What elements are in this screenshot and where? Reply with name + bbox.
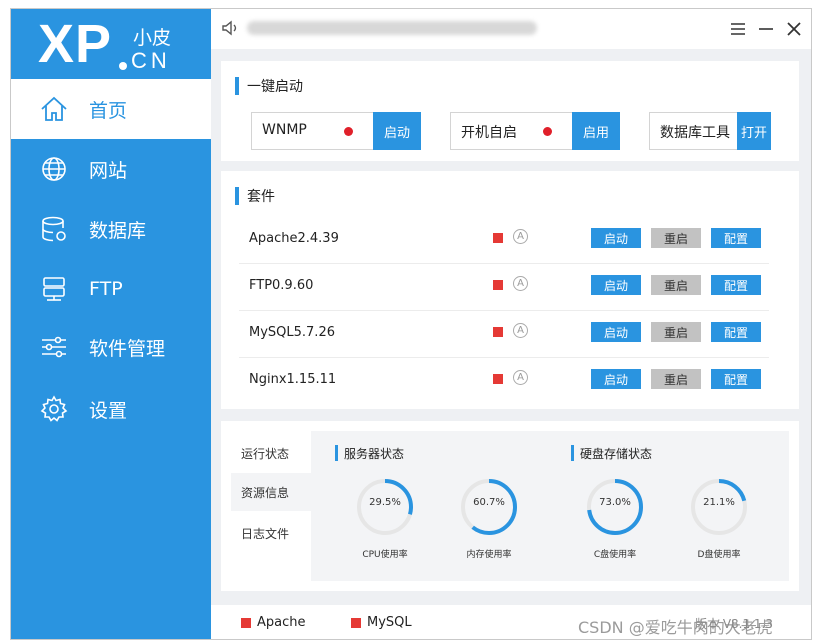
sidebar-item-database[interactable]: 数据库: [11, 199, 211, 259]
autostart-box: 开机自启 启用: [450, 112, 620, 150]
suite-row-mysql: MySQL5.7.26 A 启动 重启 配置: [239, 311, 769, 358]
wnmp-box: WNMP 启动: [251, 112, 421, 150]
database-icon: [42, 216, 66, 242]
status-apache: Apache: [241, 615, 306, 630]
title-bar: [211, 9, 811, 49]
auto-start-icon[interactable]: A: [513, 229, 528, 244]
tab-resource-info[interactable]: 资源信息: [231, 473, 311, 511]
info-panel: 运行状态 资源信息 日志文件 服务器状态 硬盘存储状态 29.5% CPU使用率…: [221, 421, 799, 591]
gear-icon: [40, 395, 68, 422]
quick-start-panel: 一键启动 WNMP 启动 开机自启 启用 数据库工具 打开: [221, 61, 799, 161]
autostart-status-dot: [543, 127, 552, 136]
stopped-status-indicator: [493, 233, 503, 243]
mysql-config-button[interactable]: 配置: [711, 322, 761, 342]
autostart-enable-button[interactable]: 启用: [572, 112, 620, 150]
sidebar-item-label: 首页: [89, 99, 128, 122]
sidebar-item-label: FTP: [89, 278, 123, 300]
suite-name: Apache2.4.39: [249, 231, 339, 246]
tab-run-status[interactable]: 运行状态: [241, 445, 289, 462]
suite-panel: 套件 Apache2.4.39 A 启动 重启 配置 FTP0.9.60 A 启…: [221, 171, 799, 409]
close-icon[interactable]: [783, 18, 805, 40]
mysql-restart-button[interactable]: 重启: [651, 322, 701, 342]
db-tool-box: 数据库工具 打开: [649, 112, 771, 150]
ftp-start-button[interactable]: 启动: [591, 275, 641, 295]
cpu-usage-label: CPU使用率: [362, 550, 408, 560]
c-drive-usage-label: C盘使用率: [593, 550, 637, 560]
stopped-status-indicator: [493, 327, 503, 337]
logo-main: XP: [38, 14, 113, 74]
app-logo: XP 小皮 CN: [11, 9, 211, 79]
memory-usage-label: 内存使用率: [466, 550, 512, 560]
sidebar-item-label: 数据库: [89, 219, 147, 242]
suite-name: FTP0.9.60: [249, 278, 314, 293]
autostart-label: 开机自启: [461, 125, 517, 141]
sidebar-item-label: 网站: [89, 159, 128, 182]
d-drive-usage-value: 21.1%: [703, 497, 735, 508]
suite-name: Nginx1.15.11: [249, 372, 337, 387]
server-status-title: 服务器状态: [335, 445, 404, 461]
sidebar-item-label: 设置: [89, 399, 128, 422]
sliders-icon: [42, 336, 66, 358]
status-mysql-label: MySQL: [367, 615, 412, 630]
blurred-title: [247, 21, 537, 35]
apache-status-indicator: [241, 617, 251, 628]
minimize-icon[interactable]: [755, 18, 777, 40]
nginx-config-button[interactable]: 配置: [711, 369, 761, 389]
watermark: CSDN @爱吃牛肉的大老虎: [578, 618, 773, 637]
mysql-start-button[interactable]: 启动: [591, 322, 641, 342]
home-icon: [41, 96, 67, 121]
nginx-start-button[interactable]: 启动: [591, 369, 641, 389]
app-window: XP 小皮 CN 首页 网站 数据库 FTP 软件管理 设置 一键启动 WNMP…: [10, 8, 812, 640]
auto-start-icon[interactable]: A: [513, 370, 528, 385]
tab-log-files[interactable]: 日志文件: [241, 525, 289, 542]
sidebar: XP 小皮 CN 首页 网站 数据库 FTP 软件管理 设置: [11, 9, 211, 639]
ftp-restart-button[interactable]: 重启: [651, 275, 701, 295]
suite-row-ftp: FTP0.9.60 A 启动 重启 配置: [239, 264, 769, 311]
sidebar-item-home[interactable]: 首页: [11, 79, 211, 139]
wnmp-label: WNMP: [262, 122, 307, 138]
logo-top: 小皮: [133, 27, 172, 49]
wnmp-start-button[interactable]: 启动: [373, 112, 421, 150]
auto-start-icon[interactable]: A: [513, 323, 528, 338]
sidebar-item-label: 软件管理: [89, 337, 166, 360]
quick-start-title: 一键启动: [235, 76, 303, 96]
db-tool-label: 数据库工具: [660, 125, 730, 141]
server-icon: [43, 277, 65, 301]
cpu-usage-value: 29.5%: [369, 497, 401, 508]
suite-name: MySQL5.7.26: [249, 325, 335, 340]
d-drive-usage-label: D盘使用率: [697, 550, 741, 560]
globe-icon: [42, 157, 66, 181]
suite-row-nginx: Nginx1.15.11 A 启动 重启 配置: [239, 358, 769, 404]
memory-usage-value: 60.7%: [473, 497, 505, 508]
suite-title: 套件: [235, 186, 275, 206]
mysql-status-indicator: [351, 617, 361, 628]
speaker-icon[interactable]: [221, 19, 239, 37]
ftp-config-button[interactable]: 配置: [711, 275, 761, 295]
apache-config-button[interactable]: 配置: [711, 228, 761, 248]
stopped-status-indicator: [493, 280, 503, 290]
sidebar-item-software[interactable]: 软件管理: [11, 317, 211, 377]
suite-row-apache: Apache2.4.39 A 启动 重启 配置: [239, 217, 769, 264]
nginx-restart-button[interactable]: 重启: [651, 369, 701, 389]
apache-start-button[interactable]: 启动: [591, 228, 641, 248]
c-drive-usage-value: 73.0%: [599, 497, 631, 508]
status-mysql: MySQL: [351, 615, 412, 630]
db-tool-open-button[interactable]: 打开: [737, 112, 771, 150]
menu-icon[interactable]: [727, 18, 749, 40]
disk-status-title: 硬盘存储状态: [571, 445, 652, 461]
auto-start-icon[interactable]: A: [513, 276, 528, 291]
sidebar-item-settings[interactable]: 设置: [11, 379, 211, 439]
status-apache-label: Apache: [257, 615, 306, 630]
logo-dot: [119, 62, 127, 70]
logo-bottom: CN: [131, 48, 171, 73]
sidebar-item-website[interactable]: 网站: [11, 139, 211, 199]
stopped-status-indicator: [493, 374, 503, 384]
resource-stats: 服务器状态 硬盘存储状态 29.5% CPU使用率 60.7% 内存使用率 73…: [311, 431, 789, 581]
apache-restart-button[interactable]: 重启: [651, 228, 701, 248]
sidebar-item-ftp[interactable]: FTP: [11, 259, 211, 319]
wnmp-status-dot: [344, 127, 353, 136]
